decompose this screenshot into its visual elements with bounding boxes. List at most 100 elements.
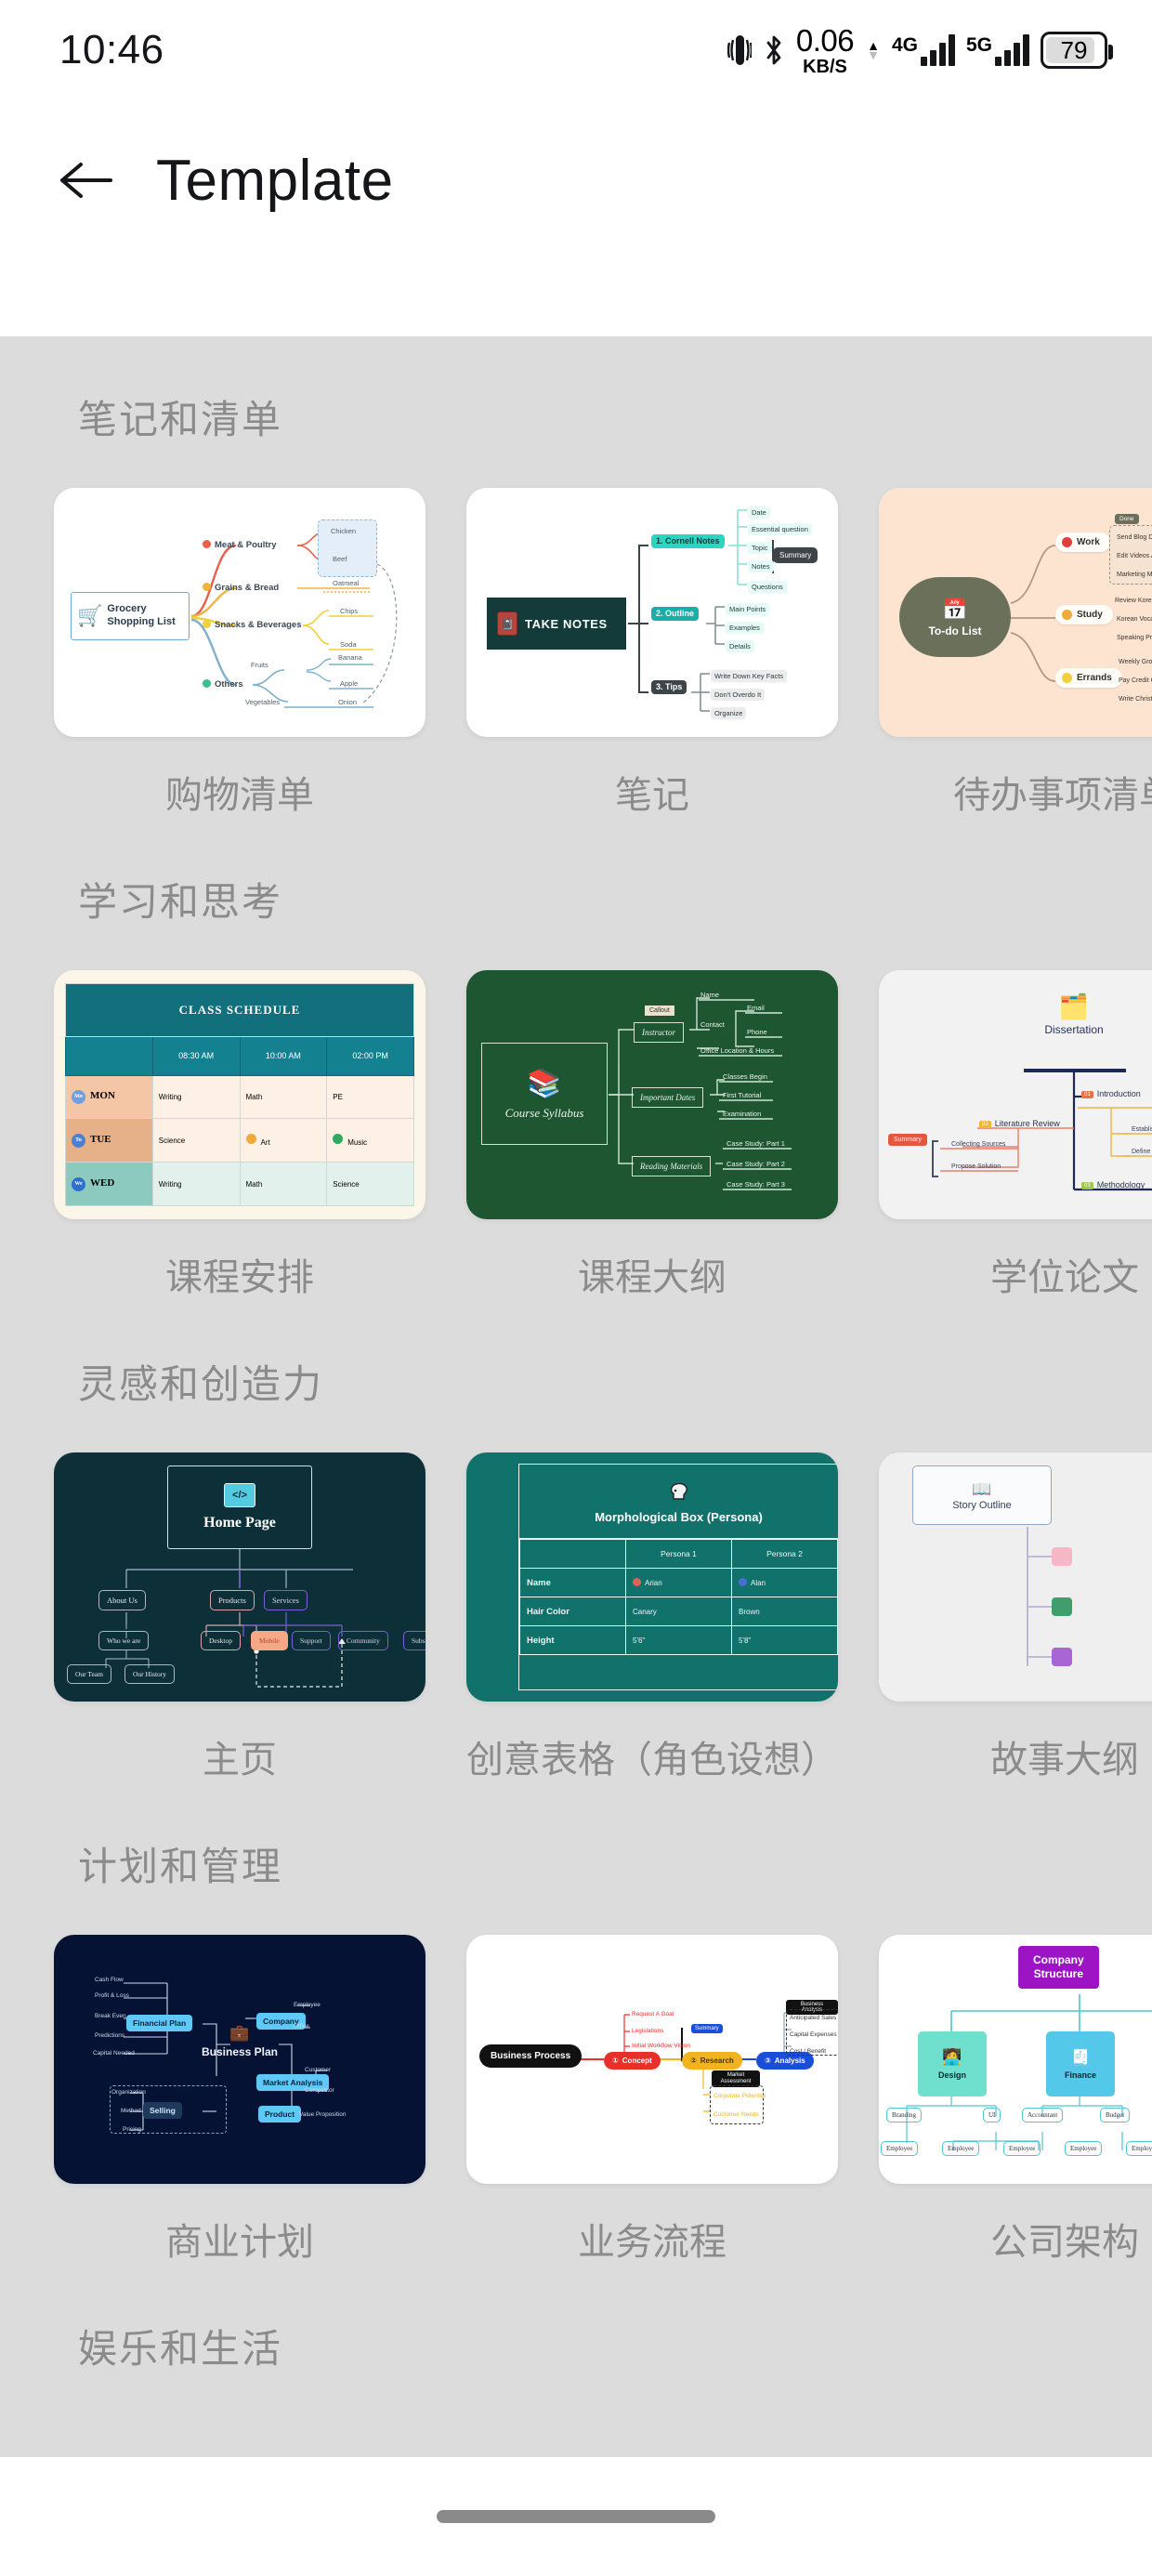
template-item-company-structure[interactable]: Company Structure 🧑‍💻 Design 🧾 Finance Br… — [879, 1935, 1152, 2266]
syllabus-leaf: Contact — [700, 1020, 725, 1029]
template-preview-company-structure[interactable]: Company Structure 🧑‍💻 Design 🧾 Finance Br… — [879, 1935, 1152, 2184]
business-process-step: ② Research — [682, 2052, 742, 2070]
battery-level: 79 — [1060, 35, 1088, 64]
business-plan-leaf: Organization — [111, 2089, 146, 2096]
back-button[interactable] — [52, 147, 119, 214]
take-notes-leaf: Date — [748, 506, 770, 519]
todo-branch: Errands — [1055, 668, 1122, 688]
dissertation-branch: 01 Introduction — [1081, 1089, 1141, 1098]
template-preview-take-notes[interactable]: 📓 TAKE NOTES 1. Cornell Notes 2. Outline… — [466, 488, 838, 737]
signal-5g-label: 5G — [965, 34, 992, 56]
syllabus-leaf: Case Study: Part 1 — [727, 1139, 785, 1148]
morph-attr: Hair Color — [519, 1597, 626, 1626]
business-process-summary: Summary — [691, 2024, 723, 2033]
take-notes-leaf: Organize — [711, 707, 747, 719]
take-notes-branch: 3. Tips — [651, 680, 687, 694]
signal-5g: 5G — [966, 34, 1029, 66]
syllabus-root-node: 📚 Course Syllabus — [481, 1043, 608, 1145]
template-preview-home-page[interactable]: </> Home Page About Us Products Services… — [54, 1452, 425, 1702]
story-outline-node — [1052, 1547, 1072, 1566]
syllabus-branch: Instructor — [634, 1022, 684, 1043]
grocery-leaf: Chicken — [331, 527, 357, 535]
template-item-business-process[interactable]: Business Process ① Concept ② Research ③ Ana… — [466, 1935, 838, 2266]
grocery-root-label: Grocery Shopping List — [107, 603, 176, 627]
take-notes-leaf: Details — [726, 640, 754, 652]
schedule-row: Mo MON Writing Math PE — [65, 1074, 414, 1120]
template-preview-morphological[interactable]: Morphological Box (Persona) Persona 1 Pe… — [466, 1452, 838, 1702]
business-process-leaf: Initial Workflow Vision — [632, 2043, 690, 2049]
template-item-notes[interactable]: 📓 TAKE NOTES 1. Cornell Notes 2. Outline… — [466, 488, 838, 819]
template-preview-syllabus[interactable]: 📚 Course Syllabus Callout Instructor Imp… — [466, 970, 838, 1219]
system-navigation-bar — [0, 2457, 1152, 2576]
todo-leaf: Speaking Practice — [1117, 635, 1152, 641]
schedule-cell: Math — [239, 1074, 328, 1120]
morph-value: 5'8" — [731, 1625, 838, 1655]
morphological-title: Morphological Box (Persona) — [595, 1510, 763, 1524]
template-item-story-outline[interactable]: 📖 Story Outline 故事大纲 — [879, 1452, 1152, 1783]
home-page-node: Support — [292, 1631, 331, 1650]
business-plan-leaf: Value Proposition — [299, 2111, 347, 2118]
template-preview-grocery[interactable]: 🛒 Grocery Shopping List Meat & Poultry Gr… — [54, 488, 425, 737]
template-item-todo[interactable]: 📅 To-do List Work Study Errands Done Sen… — [879, 488, 1152, 819]
company-department-label: Design — [937, 2070, 966, 2080]
template-item-morphological[interactable]: Morphological Box (Persona) Persona 1 Pe… — [466, 1452, 838, 1783]
company-employee-node: Employee — [881, 2141, 919, 2156]
template-item-home-page[interactable]: </> Home Page About Us Products Services… — [54, 1452, 425, 1783]
open-book-icon: 📖 — [972, 1479, 992, 1498]
syllabus-branch: Reading Materials — [632, 1156, 712, 1176]
status-time: 10:46 — [59, 27, 164, 72]
section-title-notes: 笔记和清单 — [78, 398, 283, 441]
network-speed-unit: KB/S — [803, 56, 847, 77]
grocery-branch-label: Meat & Poultry — [203, 540, 277, 550]
syllabus-leaf: Case Study: Part 3 — [727, 1180, 785, 1189]
invoice-icon: 🧾 — [1070, 2048, 1091, 2066]
template-label: 课程安排 — [165, 1257, 314, 1298]
template-preview-todo[interactable]: 📅 To-do List Work Study Errands Done Sen… — [879, 488, 1152, 737]
template-row-creativity: </> Home Page About Us Products Services… — [0, 1410, 1152, 1783]
schedule-row: We WED Writing Math Science — [65, 1162, 414, 1206]
story-outline-node — [1052, 1648, 1072, 1666]
template-row-planning: 💼 Business Plan Financial Plan Selling C… — [0, 1892, 1152, 2266]
business-process-group — [710, 2085, 764, 2124]
shopping-cart-icon: 🛒 — [77, 604, 103, 627]
home-page-node: Who we are — [98, 1631, 150, 1650]
template-item-grocery[interactable]: 🛒 Grocery Shopping List Meat & Poultry Gr… — [54, 488, 425, 819]
template-label: 商业计划 — [165, 2222, 314, 2263]
schedule-col-time: 08:30 AM — [151, 1035, 241, 1076]
template-item-business-plan[interactable]: 💼 Business Plan Financial Plan Selling C… — [54, 1935, 425, 2266]
morph-value: Arian — [625, 1568, 732, 1597]
grocery-leaf: Banana — [338, 653, 362, 662]
notebook-icon: 📓 — [497, 611, 517, 636]
company-sub-node: Accountant — [1022, 2108, 1064, 2123]
day-badge: We — [72, 1176, 85, 1191]
template-item-class-schedule[interactable]: CLASS SCHEDULE 08:30 AM 10:00 AM 02:00 P… — [54, 970, 425, 1301]
business-plan-root-label: Business Plan — [201, 2045, 279, 2058]
template-preview-dissertation[interactable]: 🗂️ Dissertation 01 Introduction 02 Literat… — [879, 970, 1152, 1219]
grocery-root-node: 🛒 Grocery Shopping List — [71, 592, 190, 640]
template-item-syllabus[interactable]: 📚 Course Syllabus Callout Instructor Imp… — [466, 970, 838, 1301]
take-notes-branch: 1. Cornell Notes — [651, 534, 725, 548]
day-badge: Mo — [72, 1089, 85, 1104]
dissertation-leaf: Propose Solution — [951, 1163, 1001, 1170]
template-item-dissertation[interactable]: 🗂️ Dissertation 01 Introduction 02 Literat… — [879, 970, 1152, 1301]
todo-leaf: Review Korean Interview — [1115, 598, 1152, 604]
home-page-root-label: Home Page — [203, 1515, 276, 1531]
business-plan-leaf: Pricing — [123, 2126, 141, 2133]
dissertation-leaf: Establish Research Territory — [1132, 1126, 1152, 1133]
template-preview-business-process[interactable]: Business Process ① Concept ② Research ③ Ana… — [466, 1935, 838, 2184]
section-title-creativity: 灵感和创造力 — [78, 1362, 324, 1406]
template-preview-class-schedule[interactable]: CLASS SCHEDULE 08:30 AM 10:00 AM 02:00 P… — [54, 970, 425, 1219]
template-preview-business-plan[interactable]: 💼 Business Plan Financial Plan Selling C… — [54, 1935, 425, 2184]
schedule-col-time: 02:00 PM — [326, 1035, 414, 1076]
home-indicator[interactable] — [437, 2510, 715, 2523]
story-outline-node — [1052, 1597, 1072, 1616]
template-list-scroll[interactable]: 笔记和清单 🛒 Grocery Shopping List Meat & Pou… — [0, 336, 1152, 2457]
morph-col-header: Persona 2 — [731, 1539, 838, 1569]
syllabus-leaf: Name — [700, 991, 720, 999]
company-structure-root-node: Company Structure — [1018, 1946, 1099, 1989]
syllabus-callout: Callout — [645, 1005, 674, 1016]
template-preview-story-outline[interactable]: 📖 Story Outline — [879, 1452, 1152, 1702]
todo-branch: Study — [1055, 605, 1113, 624]
template-label: 购物清单 — [165, 775, 314, 816]
template-label: 业务流程 — [578, 2222, 727, 2263]
